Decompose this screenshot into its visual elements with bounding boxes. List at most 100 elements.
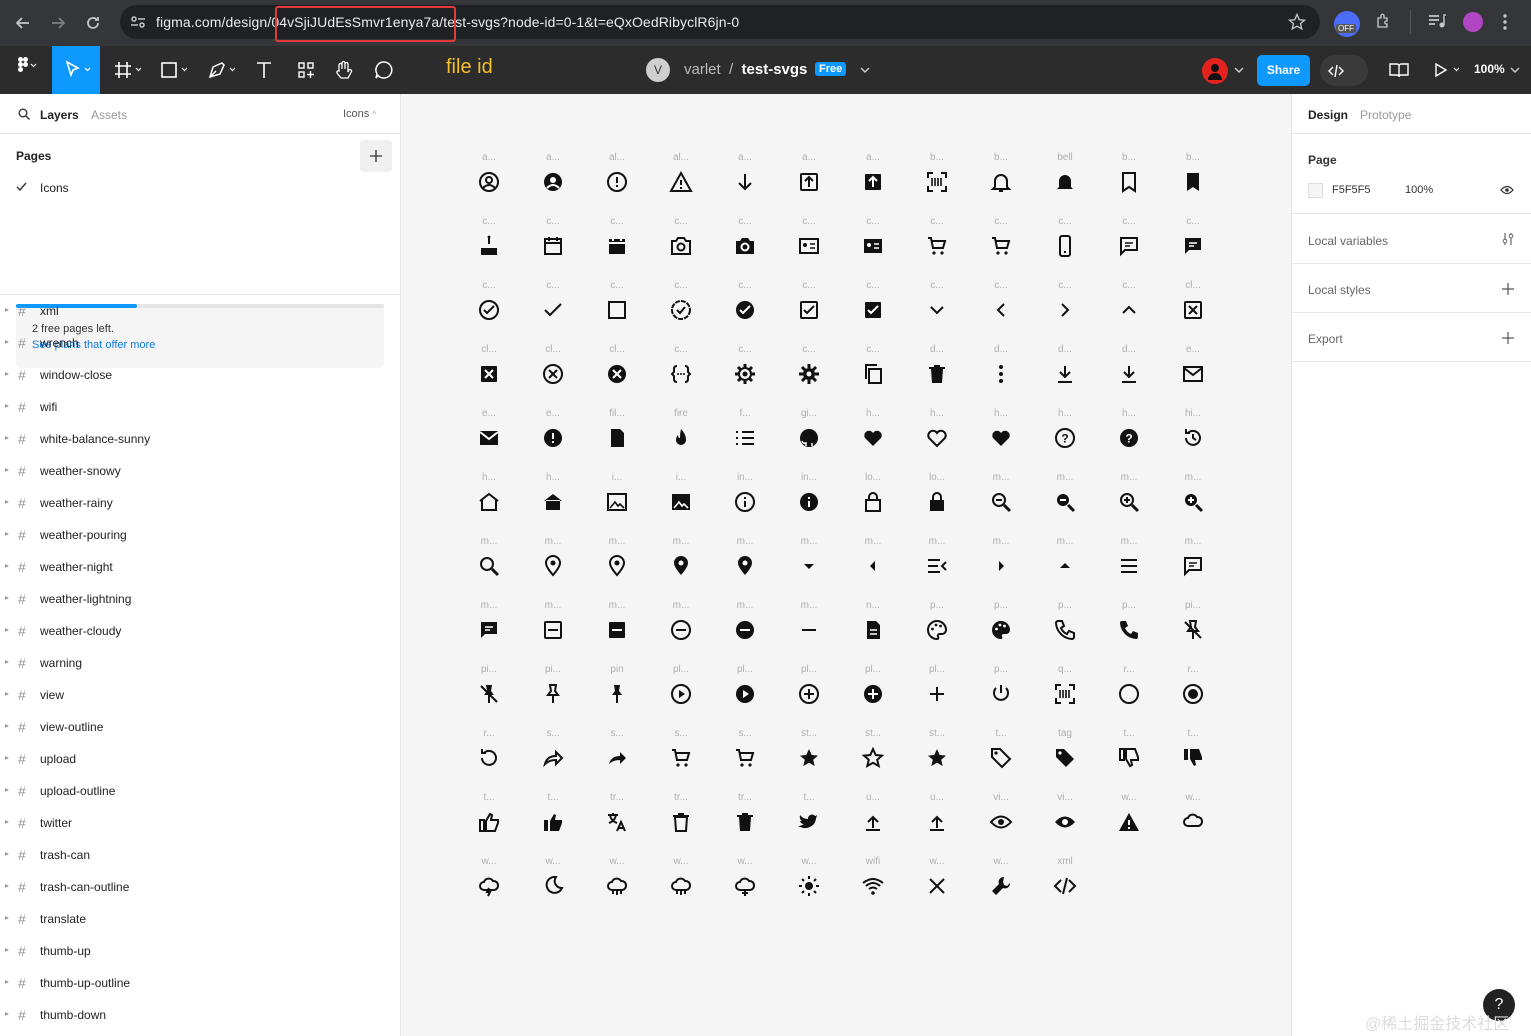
icon-component[interactable]: c... xyxy=(597,216,637,272)
icon-component[interactable]: i... xyxy=(661,472,701,528)
icon-component[interactable]: d... xyxy=(1109,344,1149,400)
icon-component[interactable]: a... xyxy=(853,152,893,208)
caret-right-icon[interactable]: ▸ xyxy=(5,305,9,314)
icon-component[interactable]: s... xyxy=(725,728,765,784)
sliders-icon[interactable] xyxy=(1501,232,1515,246)
local-styles-section[interactable]: Local styles xyxy=(1292,264,1531,313)
layer-item[interactable]: ▸ # upload xyxy=(0,743,400,775)
icon-component[interactable]: m... xyxy=(469,536,509,592)
caret-right-icon[interactable]: ▸ xyxy=(5,401,9,410)
caret-right-icon[interactable]: ▸ xyxy=(5,465,9,474)
add-page-button[interactable] xyxy=(360,140,392,172)
layer-item[interactable]: ▸ # twitter xyxy=(0,807,400,839)
eye-icon[interactable] xyxy=(1500,185,1514,195)
tab-design[interactable]: Design xyxy=(1308,108,1348,122)
icon-component[interactable]: d... xyxy=(981,344,1021,400)
icon-component[interactable]: w... xyxy=(981,856,1021,912)
caret-right-icon[interactable]: ▸ xyxy=(5,849,9,858)
page-color-value[interactable]: F5F5F5 xyxy=(1332,184,1371,196)
icon-component[interactable]: w... xyxy=(725,856,765,912)
icon-component[interactable]: pi... xyxy=(1173,600,1213,656)
star-bookmark-icon[interactable] xyxy=(1288,13,1306,31)
layer-item[interactable]: ▸ # translate xyxy=(0,903,400,935)
page-opacity[interactable]: 100% xyxy=(1405,184,1433,196)
caret-right-icon[interactable]: ▸ xyxy=(5,369,9,378)
page-color-swatch[interactable] xyxy=(1308,183,1323,198)
caret-right-icon[interactable]: ▸ xyxy=(5,529,9,538)
extension-badge[interactable]: OFF xyxy=(1334,11,1360,37)
icon-component[interactable]: m... xyxy=(853,536,893,592)
page-item-icons[interactable]: Icons xyxy=(0,176,400,200)
team-name[interactable]: varlet xyxy=(684,61,721,78)
icon-component[interactable]: p... xyxy=(1109,600,1149,656)
layer-item[interactable]: ▸ # weather-night xyxy=(0,551,400,583)
caret-right-icon[interactable]: ▸ xyxy=(5,785,9,794)
canvas[interactable]: a... a... al... al... a... a... a... b... b... be… xyxy=(401,94,1291,1036)
icon-component[interactable]: c... xyxy=(1045,216,1085,272)
icon-component[interactable]: u... xyxy=(917,792,957,848)
icon-component[interactable]: n... xyxy=(853,600,893,656)
icon-component[interactable]: r... xyxy=(1109,664,1149,720)
icon-component[interactable]: pi... xyxy=(469,664,509,720)
icon-component[interactable]: e... xyxy=(469,408,509,464)
icon-component[interactable]: wifi xyxy=(853,856,893,912)
icon-component[interactable]: m... xyxy=(533,600,573,656)
icon-component[interactable]: p... xyxy=(981,664,1021,720)
icon-component[interactable]: w... xyxy=(597,856,637,912)
icon-component[interactable]: m... xyxy=(725,536,765,592)
icon-component[interactable]: w... xyxy=(789,856,829,912)
icon-component[interactable]: c... xyxy=(981,216,1021,272)
forward-button[interactable] xyxy=(43,8,73,38)
icon-component[interactable]: h...? xyxy=(1045,408,1085,464)
share-button[interactable]: Share xyxy=(1257,55,1310,86)
icon-component[interactable]: gi... xyxy=(789,408,829,464)
icon-component[interactable]: c... xyxy=(853,344,893,400)
layer-item[interactable]: ▸ # thumb-up xyxy=(0,935,400,967)
icon-component[interactable]: c... xyxy=(917,280,957,336)
layer-item[interactable]: ▸ # view xyxy=(0,679,400,711)
icon-component[interactable]: m... xyxy=(597,536,637,592)
layer-item[interactable]: ▸ # weather-pouring xyxy=(0,519,400,551)
page-dropdown[interactable]: Icons ^ xyxy=(343,108,376,120)
icon-component[interactable]: c... xyxy=(725,216,765,272)
icon-component[interactable]: p... xyxy=(917,600,957,656)
icon-component[interactable]: h... xyxy=(917,408,957,464)
icon-component[interactable]: c... xyxy=(533,280,573,336)
site-settings-icon[interactable] xyxy=(130,15,146,29)
icon-component[interactable]: cl... xyxy=(597,344,637,400)
icon-component[interactable]: xml xyxy=(1045,856,1085,912)
icon-component[interactable]: m... xyxy=(661,600,701,656)
icon-component[interactable]: c... xyxy=(661,216,701,272)
icon-component[interactable]: c... xyxy=(469,216,509,272)
icon-component[interactable]: w... xyxy=(917,856,957,912)
icon-component[interactable]: lo... xyxy=(917,472,957,528)
icon-component[interactable]: c... xyxy=(533,216,573,272)
icon-component[interactable]: vi... xyxy=(1045,792,1085,848)
icon-component[interactable]: h... xyxy=(533,472,573,528)
caret-right-icon[interactable]: ▸ xyxy=(5,753,9,762)
layer-item[interactable]: ▸ # trash-can xyxy=(0,839,400,871)
layer-item[interactable]: ▸ # wrench xyxy=(0,327,400,359)
icon-component[interactable]: w... xyxy=(533,856,573,912)
tab-layers[interactable]: Layers xyxy=(40,108,79,122)
icon-component[interactable]: t... xyxy=(533,792,573,848)
icon-component[interactable]: c... xyxy=(1109,280,1149,336)
icon-component[interactable]: in... xyxy=(789,472,829,528)
icon-component[interactable]: e... xyxy=(533,408,573,464)
icon-component[interactable]: d... xyxy=(1045,344,1085,400)
icon-component[interactable]: a... xyxy=(725,152,765,208)
caret-right-icon[interactable]: ▸ xyxy=(5,945,9,954)
layer-item[interactable]: ▸ # wifi xyxy=(0,391,400,423)
icon-component[interactable]: t... xyxy=(1173,728,1213,784)
icon-component[interactable]: lo... xyxy=(853,472,893,528)
icon-component[interactable]: m... xyxy=(1045,536,1085,592)
layer-item[interactable]: ▸ # weather-lightning xyxy=(0,583,400,615)
icon-component[interactable]: b... xyxy=(1109,152,1149,208)
icon-component[interactable]: c... xyxy=(725,280,765,336)
icon-component[interactable]: c... xyxy=(1109,216,1149,272)
icon-component[interactable]: m... xyxy=(917,536,957,592)
plus-icon[interactable] xyxy=(1502,332,1514,344)
layer-item[interactable]: ▸ # upload-outline xyxy=(0,775,400,807)
icon-component[interactable]: r... xyxy=(469,728,509,784)
icon-component[interactable]: al... xyxy=(661,152,701,208)
